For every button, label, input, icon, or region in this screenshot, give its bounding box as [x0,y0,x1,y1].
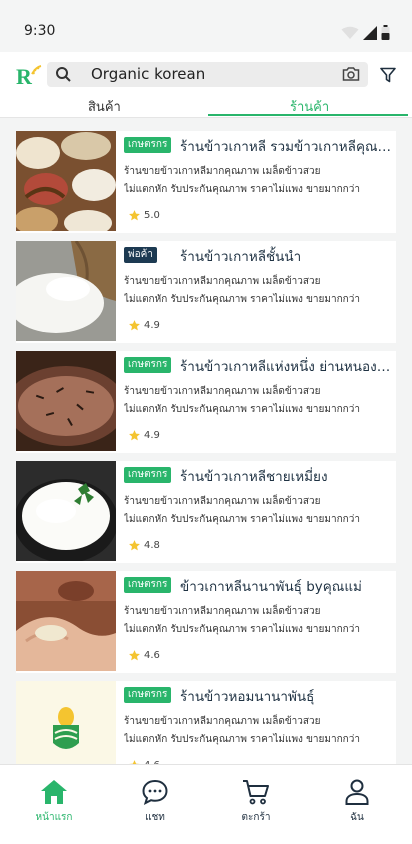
store-rating: 5.0 [128,209,160,222]
svg-text:R: R [16,64,33,86]
store-description: ร้านขายข้าวเกาหลีมากคุณภาพ เมล็ดข้าวสวย [124,276,321,287]
store-rating: 4.6 [128,649,160,662]
cart-icon [243,780,269,805]
store-description: ร้านขายข้าวเกาหลีมากคุณภาพ เมล็ดข้าวสวย [124,606,321,617]
store-description: ร้านขายข้าวเกาหลีมากคุณภาพ เมล็ดข้าวสวย [124,166,321,177]
nav-chat[interactable]: แชท [125,779,185,825]
nav-label: แชท [145,812,165,823]
store-name: ร้านข้าวเกาหลี รวมข้าวเกาหลีคุณภาพ [180,139,392,155]
search-bar[interactable]: Organic korean [47,62,368,87]
status-bar: 9:30 [0,0,412,52]
star-icon [129,320,140,331]
bottom-nav: หน้าแรก แชท ตะกร้า ฉัน [0,764,412,844]
filter-icon[interactable] [380,67,396,83]
store-description: ร้านขายข้าวเกาหลีมากคุณภาพ เมล็ดข้าวสวย [124,716,321,727]
nav-label: ตะกร้า [241,812,271,823]
nav-home[interactable]: หน้าแรก [24,779,84,825]
store-description: ไม่แตกหัก รับประกันคุณภาพ ราคาไม่แพง ขาย… [124,184,360,195]
store-card[interactable]: เกษตรกร ร้านข้าวเกาหลีแห่งหนึ่ง ย่านหนอง… [16,351,396,453]
store-badge: เกษตรกร [124,467,172,483]
wifi-icon [341,26,359,39]
store-badge: พ่อค้า [124,247,157,263]
status-time: 9:30 [24,23,56,39]
star-icon [129,430,140,441]
star-icon [129,540,140,551]
rating-value: 4.8 [144,540,160,551]
user-icon [345,779,369,805]
home-icon [41,780,67,804]
camera-icon[interactable] [342,66,360,82]
store-card[interactable]: เกษตรกร ร้านข้าวเกาหลี รวมข้าวเกาหลีคุณภ… [16,131,396,233]
store-name: ข้าวเกาหลีนานาพันธุ์ byคุณแม่ [180,579,362,595]
store-description: ไม่แตกหัก รับประกันคุณภาพ ราคาไม่แพง ขาย… [124,624,360,635]
store-card[interactable]: เกษตรกร ข้าวเกาหลีนานาพันธุ์ byคุณแม่ ร้… [16,571,396,673]
active-tab-indicator [208,114,408,116]
store-rating: 4.8 [128,539,160,552]
star-icon [129,210,140,221]
store-badge: เกษตรกร [124,357,172,373]
status-icons [341,25,390,40]
nav-label: ฉัน [350,812,364,823]
store-description: ไม่แตกหัก รับประกันคุณภาพ ราคาไม่แพง ขาย… [124,404,360,415]
store-card[interactable]: เกษตรกร ร้านข้าวเกาหลีชายเหมี่ยง ร้านขาย… [16,461,396,563]
nav-profile[interactable]: ฉัน [327,779,387,825]
store-description: ร้านขายข้าวเกาหลีมากคุณภาพ เมล็ดข้าวสวย [124,496,321,507]
store-card[interactable]: พ่อค้า ร้านข้าวเกาหลีชั้นนำ ร้านขายข้าวเ… [16,241,396,343]
app-logo[interactable]: R [16,64,42,86]
store-image-cooked-rice-bowl [16,461,116,561]
nav-label: หน้าแรก [35,812,73,823]
store-image-rice-in-hands [16,571,116,671]
store-name: ร้านข้าวเกาหลีชายเหมี่ยง [180,469,328,485]
store-badge: เกษตรกร [124,137,172,153]
store-description: ไม่แตกหัก รับประกันคุณภาพ ราคาไม่แพง ขาย… [124,294,360,305]
store-description: ร้านขายข้าวเกาหลีมากคุณภาพ เมล็ดข้าวสวย [124,386,321,397]
store-description: ไม่แตกหัก รับประกันคุณภาพ ราคาไม่แพง ขาย… [124,734,360,745]
store-name: ร้านข้าวเกาหลีชั้นนำ [180,249,302,265]
store-rating: 4.9 [128,429,160,442]
store-badge: เกษตรกร [124,687,172,703]
search-icon [56,67,71,82]
chat-icon [142,779,168,805]
signal-icon [363,25,377,40]
star-icon [129,650,140,661]
store-badge: เกษตรกร [124,577,172,593]
store-rating: 4.9 [128,319,160,332]
store-description: ไม่แตกหัก รับประกันคุณภาพ ราคาไม่แพง ขาย… [124,514,360,525]
store-image-white-rice-spill [16,241,116,341]
app-header: R Organic korean สินค้า ร้านค้า [0,52,412,118]
rating-value: 5.0 [144,210,160,221]
rating-value: 4.6 [144,650,160,661]
battery-icon [381,25,390,40]
store-image-rice-sacks [16,131,116,231]
nav-cart[interactable]: ตะกร้า [226,779,286,825]
store-name: ร้านข้าวเกาหลีแห่งหนึ่ง ย่านหนองแขม [180,359,392,375]
rating-value: 4.9 [144,320,160,331]
store-image-wild-rice [16,351,116,451]
rating-value: 4.9 [144,430,160,441]
search-input[interactable]: Organic korean [91,65,205,83]
tab-products[interactable]: สินค้า [88,96,121,117]
store-name: ร้านข้าวหอมนานาพันธุ์ [180,689,315,705]
